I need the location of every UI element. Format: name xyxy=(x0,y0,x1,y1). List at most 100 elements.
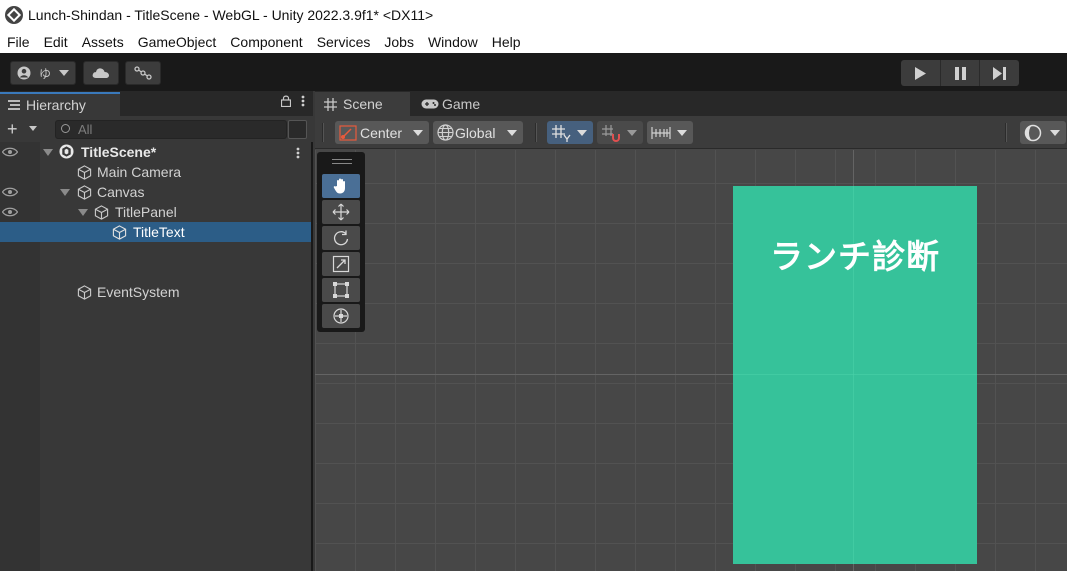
main-toolbar: ゆ xyxy=(0,53,1067,91)
hierarchy-item-titletext[interactable]: TitleText xyxy=(0,222,311,242)
hierarchy-item-eventsystem[interactable]: EventSystem xyxy=(0,282,311,302)
hand-tool-button[interactable] xyxy=(322,174,360,198)
hierarchy-tab-bar: Hierarchy xyxy=(0,91,313,116)
fold-arrow-icon[interactable] xyxy=(43,149,53,156)
kebab-menu-icon[interactable] xyxy=(301,95,305,107)
search-icon xyxy=(61,124,70,133)
snap-settings-dropdown[interactable] xyxy=(597,121,643,144)
pivot-mode-dropdown[interactable]: Center xyxy=(335,121,429,144)
toolbar-separator xyxy=(322,123,324,142)
kebab-menu-icon[interactable] xyxy=(296,147,300,159)
chevron-down-icon xyxy=(1050,130,1060,136)
pause-button[interactable] xyxy=(941,60,981,86)
hierarchy-tab-label: Hierarchy xyxy=(26,97,86,113)
account-button[interactable]: ゆ xyxy=(10,61,76,85)
gameobject-cube-icon xyxy=(77,285,92,300)
toolbar-separator xyxy=(1005,123,1007,142)
play-controls xyxy=(901,60,1019,86)
unity-logo-icon xyxy=(5,6,23,24)
increment-snap-dropdown[interactable] xyxy=(647,121,693,144)
tool-palette xyxy=(317,152,365,332)
menu-window[interactable]: Window xyxy=(428,34,478,50)
account-label: ゆ xyxy=(38,66,51,81)
lock-icon[interactable] xyxy=(281,95,291,107)
tab-game[interactable]: Game xyxy=(412,92,522,116)
hierarchy-search-input[interactable]: All xyxy=(55,120,287,139)
visibility-eye-icon[interactable] xyxy=(2,187,18,197)
item-label: TitleText xyxy=(133,224,185,240)
gameobject-cube-icon xyxy=(112,225,127,240)
hierarchy-search-row: + All xyxy=(0,116,313,142)
transform-gizmo-icon xyxy=(333,308,349,324)
unity-scene-icon xyxy=(59,144,74,159)
canvas-title-text[interactable]: ランチ診断 xyxy=(733,230,977,278)
scale-icon xyxy=(332,255,350,273)
visibility-eye-icon[interactable] xyxy=(2,207,18,217)
pivot-mode-label: Center xyxy=(360,124,403,141)
menu-jobs[interactable]: Jobs xyxy=(384,34,414,50)
hand-icon xyxy=(333,178,345,194)
search-type-button[interactable] xyxy=(288,120,307,139)
collab-button[interactable] xyxy=(125,61,161,85)
item-label: EventSystem xyxy=(97,284,180,300)
hierarchy-item-titlepanel[interactable]: TitlePanel xyxy=(0,202,311,222)
tab-scene[interactable]: Scene xyxy=(315,92,410,116)
step-button[interactable] xyxy=(980,60,1019,86)
chevron-down-icon xyxy=(627,130,637,136)
menu-help[interactable]: Help xyxy=(492,34,521,50)
play-button[interactable] xyxy=(901,60,941,86)
menu-file[interactable]: File xyxy=(7,34,30,50)
snap-magnet-icon xyxy=(602,124,620,142)
menu-gameobject[interactable]: GameObject xyxy=(138,34,217,50)
visibility-eye-icon[interactable] xyxy=(2,147,18,157)
gameobject-cube-icon xyxy=(77,185,92,200)
hierarchy-item-main-camera[interactable]: Main Camera xyxy=(0,162,311,182)
scale-tool-button[interactable] xyxy=(322,252,360,276)
tab-hierarchy[interactable]: Hierarchy xyxy=(0,92,120,116)
pivot-space-label: Global xyxy=(455,124,496,141)
hierarchy-scene-row[interactable]: TitleScene* xyxy=(0,142,311,162)
scene-panel: Scene Game Center Global ランチ診断 xyxy=(315,91,1067,571)
grid-snap-icon xyxy=(552,124,571,142)
cloud-icon xyxy=(92,68,109,78)
rotate-tool-button[interactable] xyxy=(322,226,360,250)
rect-tool-button[interactable] xyxy=(322,278,360,302)
menu-assets[interactable]: Assets xyxy=(82,34,124,50)
search-placeholder: All xyxy=(78,122,93,137)
chevron-down-icon xyxy=(507,130,517,136)
add-object-icon[interactable]: + xyxy=(7,119,18,140)
scene-toolbar: Center Global xyxy=(315,116,1067,149)
fold-arrow-icon[interactable] xyxy=(60,189,70,196)
chevron-down-icon[interactable] xyxy=(29,126,37,131)
window-title-bar: Lunch-Shindan - TitleScene - WebGL - Uni… xyxy=(0,0,1067,30)
move-tool-button[interactable] xyxy=(322,200,360,224)
scene-name: TitleScene* xyxy=(81,144,157,160)
item-label: Canvas xyxy=(97,184,145,200)
hierarchy-panel: Hierarchy + All TitleScene* Main Camera … xyxy=(0,91,313,571)
grid-hash-icon xyxy=(324,97,337,111)
gamepad-icon xyxy=(421,99,439,109)
scene-viewport[interactable]: ランチ診断 xyxy=(315,150,1067,571)
ui-canvas-preview[interactable]: ランチ診断 xyxy=(733,186,977,564)
move-arrows-icon xyxy=(332,203,350,221)
pivot-space-dropdown[interactable]: Global xyxy=(433,121,523,144)
menu-edit[interactable]: Edit xyxy=(44,34,68,50)
palette-grip-handle[interactable] xyxy=(332,159,352,164)
shading-sphere-icon xyxy=(1024,124,1042,141)
grid-toggle-dropdown[interactable] xyxy=(547,121,593,144)
chevron-down-icon xyxy=(59,70,69,76)
play-icon xyxy=(915,66,927,80)
rect-transform-icon xyxy=(333,282,349,298)
menu-services[interactable]: Services xyxy=(317,34,371,50)
draw-mode-dropdown[interactable] xyxy=(1020,121,1066,144)
cloud-button[interactable] xyxy=(83,61,119,85)
toolbar-separator xyxy=(535,123,537,142)
pause-icon xyxy=(954,66,966,80)
fold-arrow-icon[interactable] xyxy=(78,209,88,216)
transform-tool-button[interactable] xyxy=(322,304,360,328)
account-icon xyxy=(17,66,31,80)
menu-component[interactable]: Component xyxy=(230,34,302,50)
chevron-down-icon xyxy=(577,130,587,136)
hierarchy-item-canvas[interactable]: Canvas xyxy=(0,182,311,202)
step-icon xyxy=(993,66,1007,80)
